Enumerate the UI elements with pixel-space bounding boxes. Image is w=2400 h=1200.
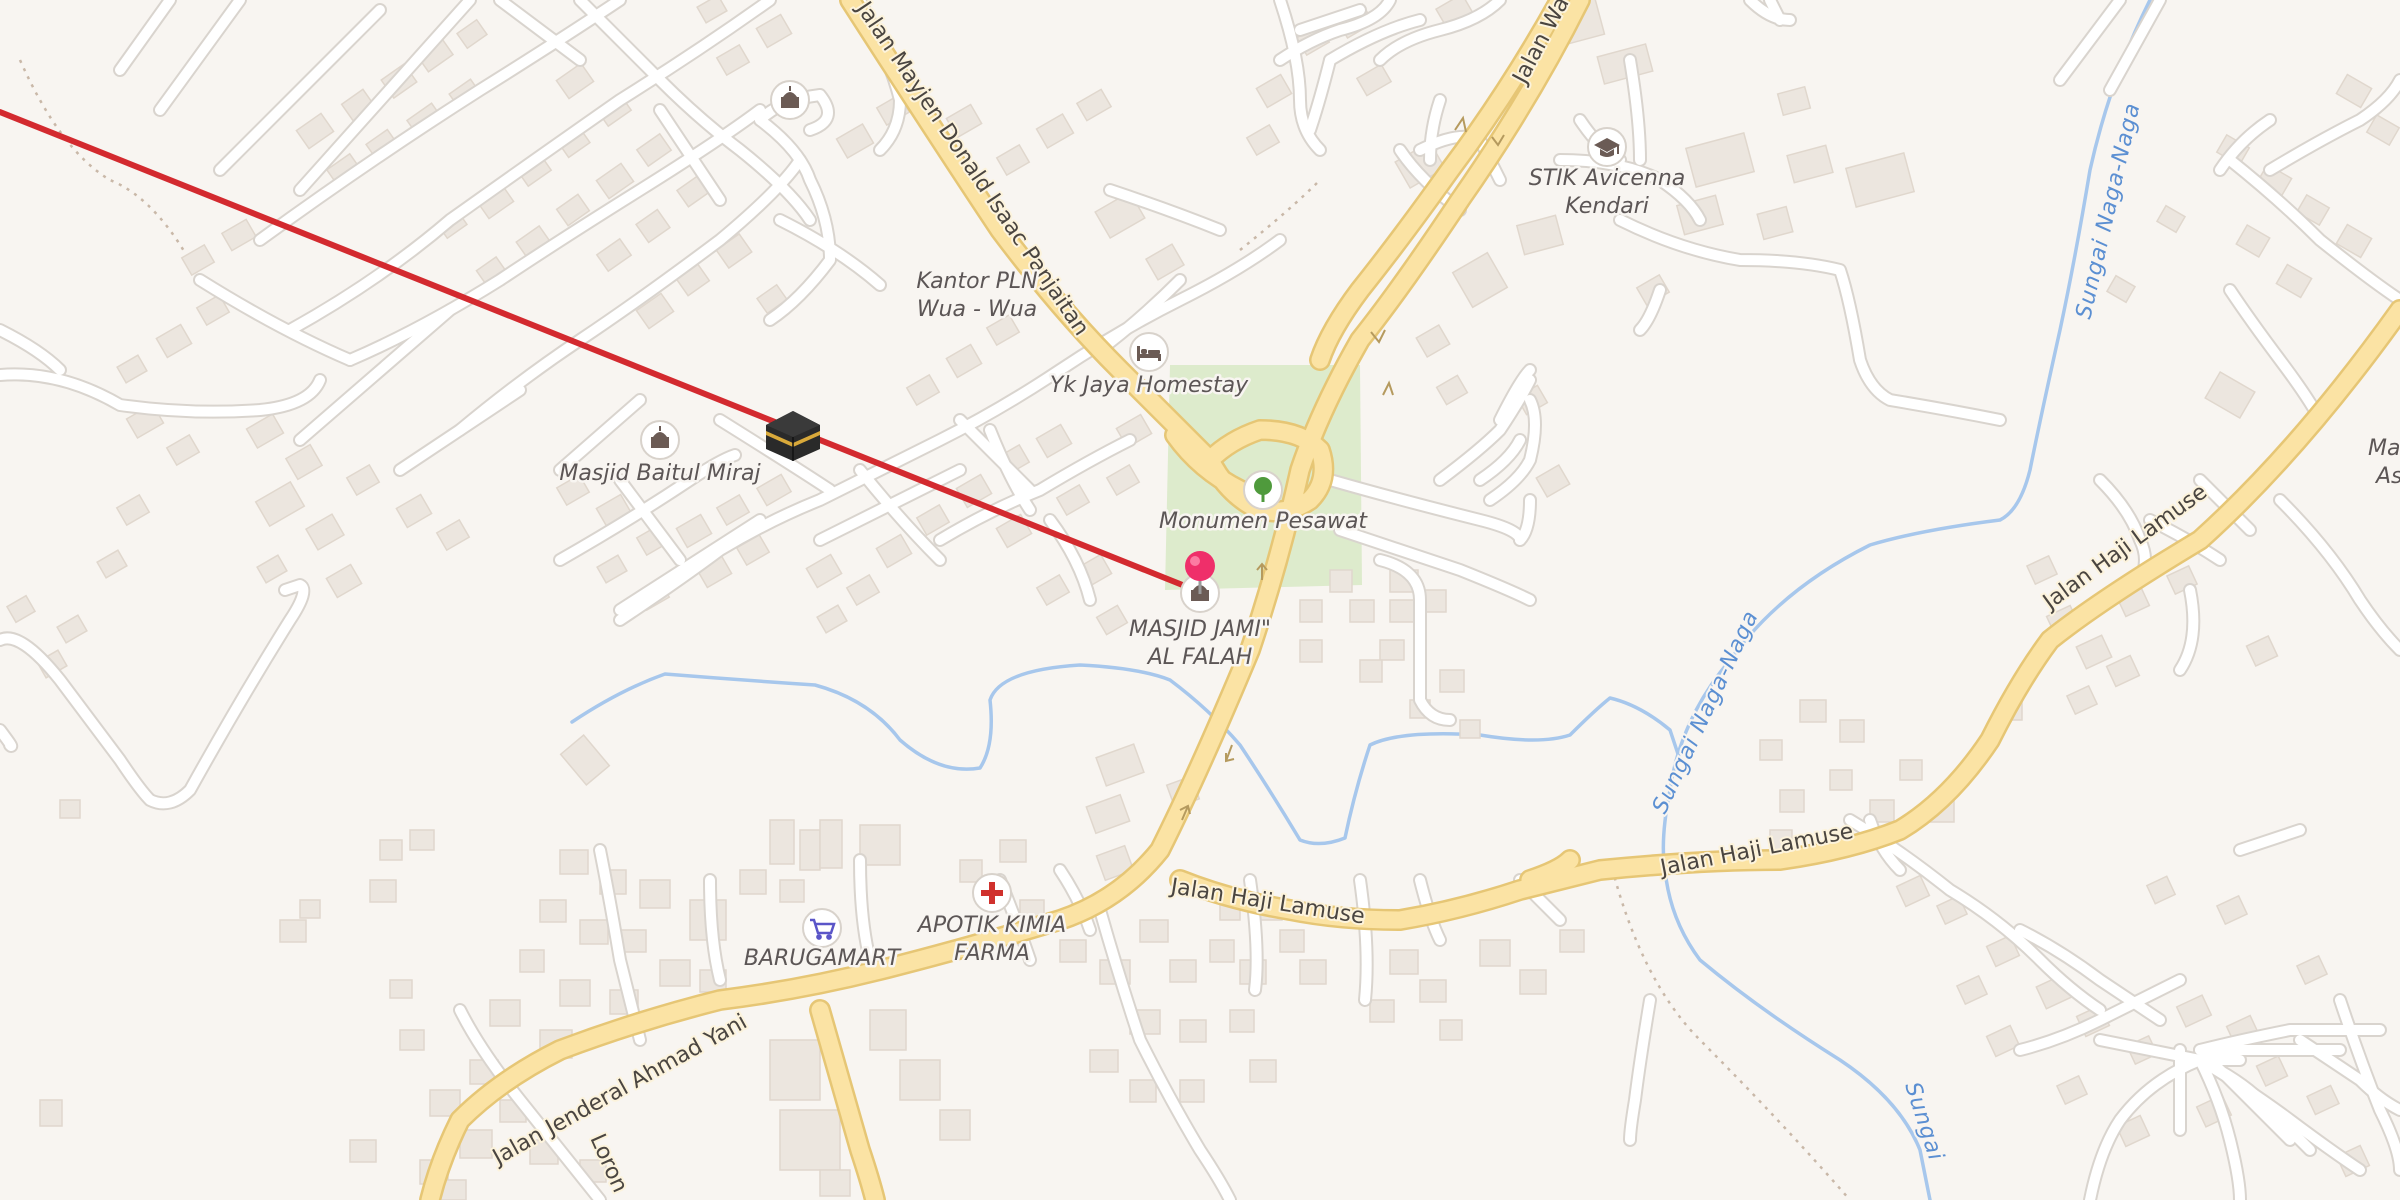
poi-label-masjid-right-1: Masji (2368, 436, 2400, 461)
poi-label-stik-1: STIK Avicenna (1529, 166, 1686, 191)
poi-label-pln-2: Wua - Wua (917, 297, 1037, 322)
poi-label-apotik-1: APOTIK KIMIA (916, 913, 1066, 938)
poi-label-monumen: Monumen Pesawat (1159, 509, 1368, 534)
poi-label-baitul: Masjid Baitul Miraj (559, 461, 761, 486)
poi-label-homestay: Yk Jaya Homestay (1050, 373, 1249, 398)
map-canvas[interactable]: Jalan Mayjen Donald Isaac Panjaitan Jala… (0, 0, 2400, 1200)
poi-label-barugamart: BARUGAMART (744, 946, 902, 971)
poi-label-apotik-2: FARMA (954, 941, 1030, 966)
poi-label-stik-2: Kendari (1565, 194, 1649, 219)
poi-label-pln-1: Kantor PLN (916, 269, 1037, 294)
poi-label-masjid-right-2: Ask (2374, 464, 2400, 489)
poi-label-jami-1: MASJID JAMI" (1129, 617, 1271, 642)
poi-label-jami-2: AL FALAH (1146, 645, 1253, 670)
poi-mosque-top[interactable] (770, 80, 810, 120)
